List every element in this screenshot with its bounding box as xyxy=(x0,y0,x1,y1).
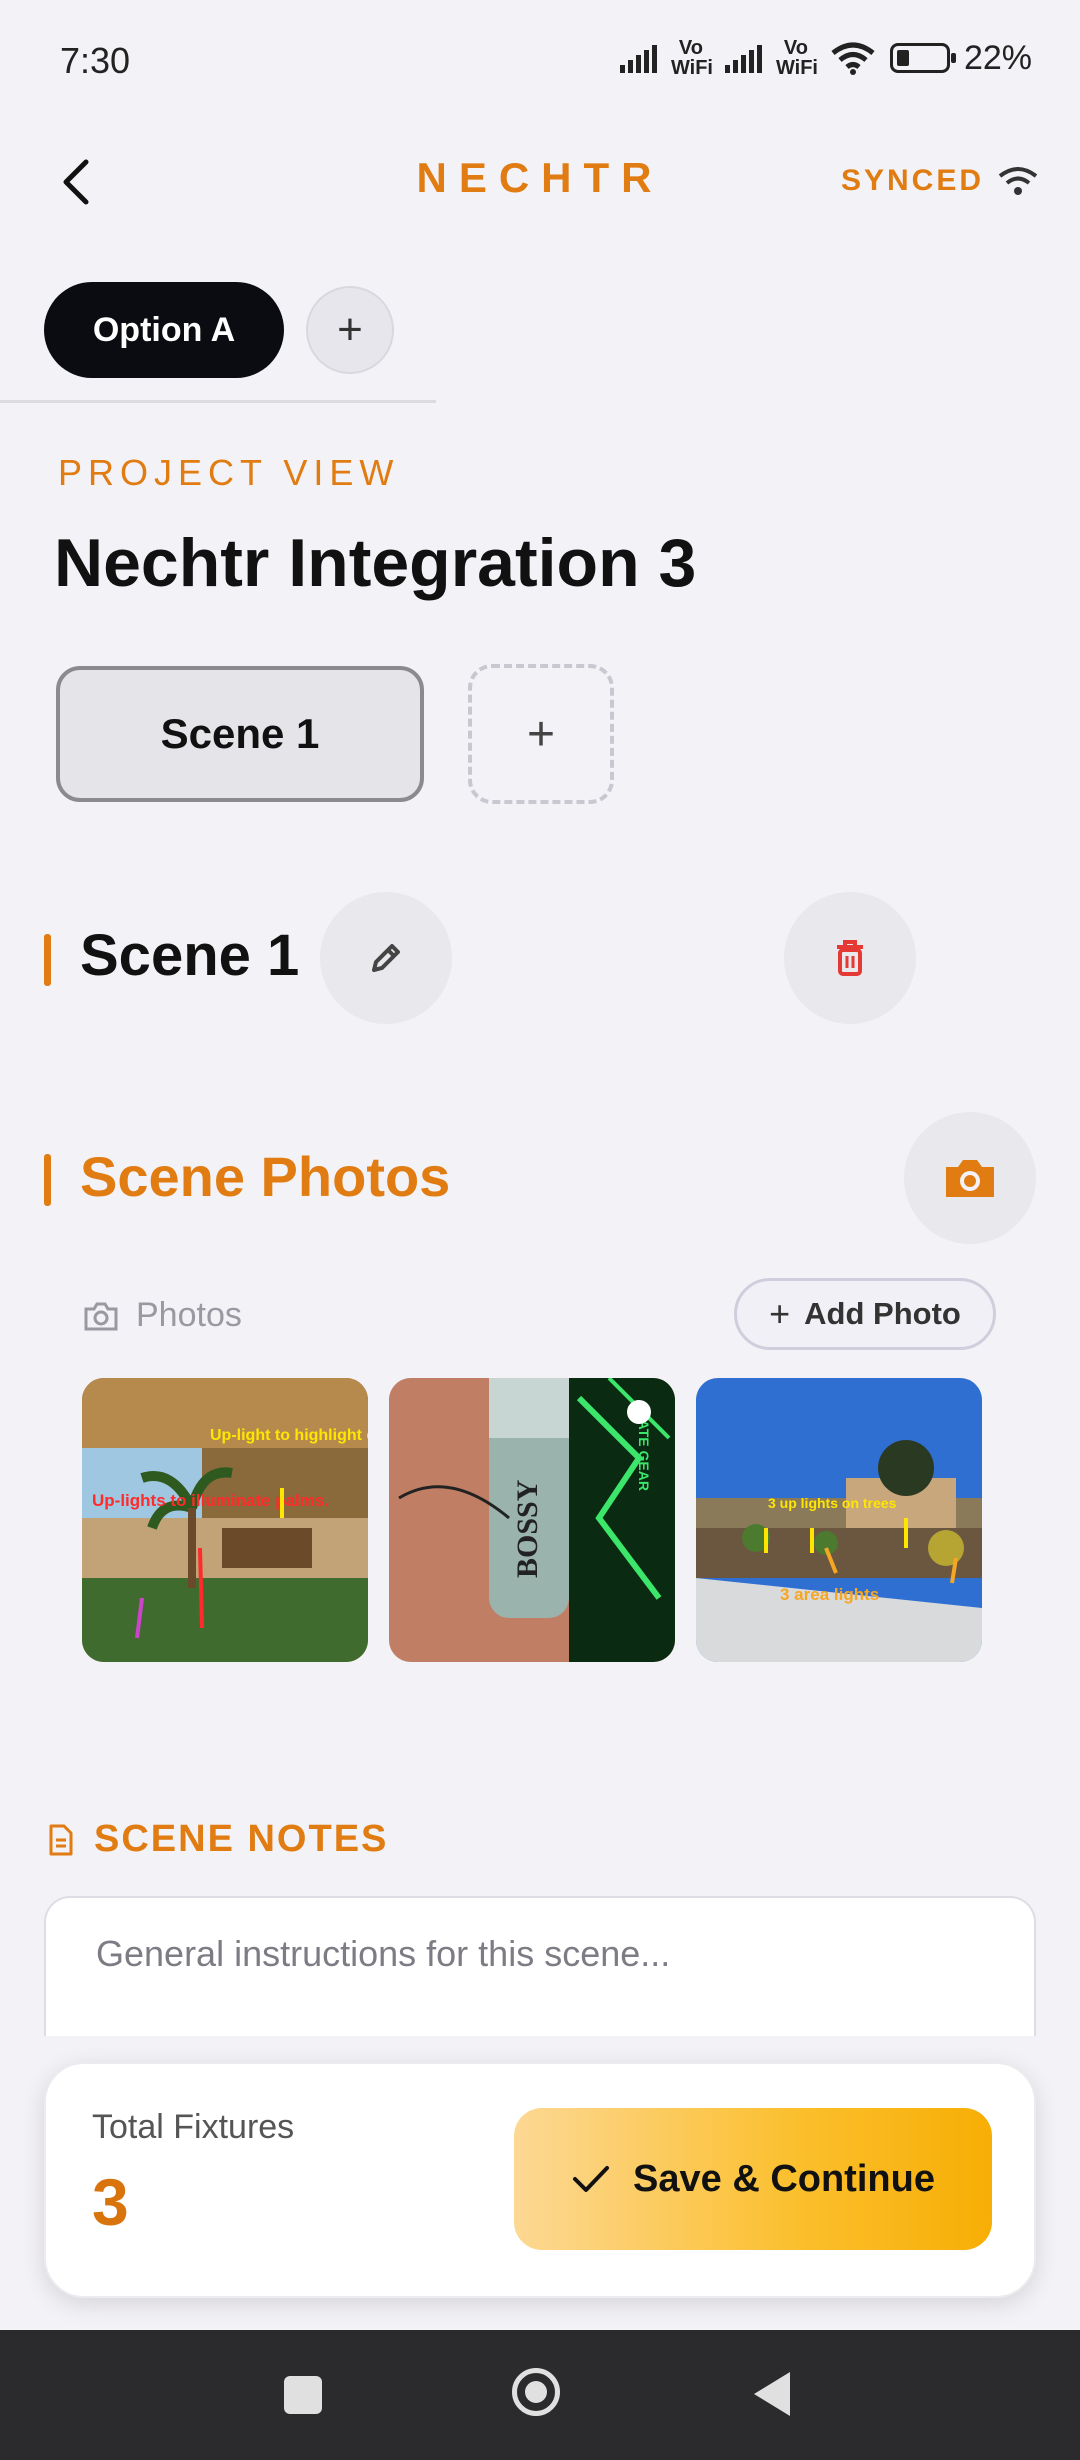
scene-notes-text: SCENE NOTES xyxy=(94,1818,389,1860)
vowifi-label: Vo WiFi xyxy=(670,37,713,79)
home-button[interactable] xyxy=(512,2368,560,2416)
thumb3-caption-2: 3 area lights xyxy=(780,1585,879,1604)
scene-notes-label: SCENE NOTES xyxy=(48,1818,388,1861)
status-icons: Vo WiFi Vo WiFi 22% xyxy=(619,37,1032,79)
add-scene-button[interactable]: + xyxy=(468,664,614,804)
save-continue-label: Save & Continue xyxy=(633,2157,935,2200)
recents-button[interactable] xyxy=(284,2376,322,2414)
edit-scene-button[interactable] xyxy=(320,892,452,1024)
photos-label: Photos xyxy=(84,1296,242,1335)
trash-icon xyxy=(837,940,863,976)
thumb3-caption-1: 3 up lights on trees xyxy=(768,1495,897,1511)
scene-notes-input[interactable] xyxy=(94,1932,978,1976)
signal-icon xyxy=(619,43,657,73)
add-photo-button[interactable]: + Add Photo xyxy=(734,1278,996,1350)
wifi-sync-icon xyxy=(998,167,1038,195)
thumb1-caption-1: Up-light to highlight column. xyxy=(210,1427,368,1444)
sync-label: SYNCED xyxy=(840,164,984,197)
scene-name: Scene 1 xyxy=(80,923,300,988)
add-option-button[interactable]: + xyxy=(306,286,394,374)
photos-label-text: Photos xyxy=(136,1296,242,1334)
photo-thumbnail-2[interactable]: BOSSY MATE GEAR xyxy=(389,1378,675,1662)
divider xyxy=(0,400,436,403)
battery-icon xyxy=(889,43,956,73)
photo-thumbnail-1[interactable]: Up-light to highlight column. Up-lights … xyxy=(82,1378,368,1662)
signal-icon-2 xyxy=(724,43,762,73)
yard-photo: 3 up lights on trees 3 area lights xyxy=(696,1378,982,1662)
camera-button[interactable] xyxy=(904,1112,1036,1244)
battery-percent: 22% xyxy=(963,38,1032,77)
delete-scene-button[interactable] xyxy=(784,892,916,1024)
add-photo-label: Add Photo xyxy=(804,1296,961,1331)
notes-container xyxy=(44,1896,1036,2036)
scene-photos-heading: Scene Photos xyxy=(80,1145,451,1208)
document-icon xyxy=(49,1824,73,1855)
accent-bar-photos xyxy=(44,1154,51,1206)
product-photo: BOSSY MATE GEAR xyxy=(389,1378,675,1662)
wifi-icon xyxy=(831,42,875,75)
project-view-label: PROJECT VIEW xyxy=(58,452,400,493)
thumb2-caption-1: BOSSY xyxy=(511,1479,544,1578)
system-nav-bar xyxy=(0,2330,1080,2460)
pencil-icon xyxy=(372,944,400,972)
system-back-button[interactable] xyxy=(754,2372,790,2416)
patio-photo: Up-light to highlight column. Up-lights … xyxy=(82,1378,368,1662)
camera-outline-icon xyxy=(84,1302,118,1330)
plus-icon: + xyxy=(769,1293,791,1334)
check-icon xyxy=(573,2166,610,2192)
tab-option-a[interactable]: Option A xyxy=(44,282,284,378)
project-title: Nechtr Integration 3 xyxy=(54,525,697,601)
status-time: 7:30 xyxy=(60,40,131,81)
total-fixtures-value: 3 xyxy=(92,2165,129,2239)
tab-scene-1[interactable]: Scene 1 xyxy=(56,666,424,802)
vowifi-label-2: Vo WiFi xyxy=(775,37,818,79)
thumb1-caption-2: Up-lights to illuminate palms. xyxy=(92,1491,329,1510)
footer-card: Total Fixtures 3 Save & Continue xyxy=(44,2062,1036,2298)
photo-thumbnail-3[interactable]: 3 up lights on trees 3 area lights xyxy=(696,1378,982,1662)
accent-bar xyxy=(44,934,51,986)
camera-icon xyxy=(946,1160,994,1197)
sync-status: SYNCED xyxy=(841,164,1038,198)
save-continue-button[interactable]: Save & Continue xyxy=(514,2108,992,2250)
total-fixtures-label: Total Fixtures xyxy=(92,2108,295,2146)
